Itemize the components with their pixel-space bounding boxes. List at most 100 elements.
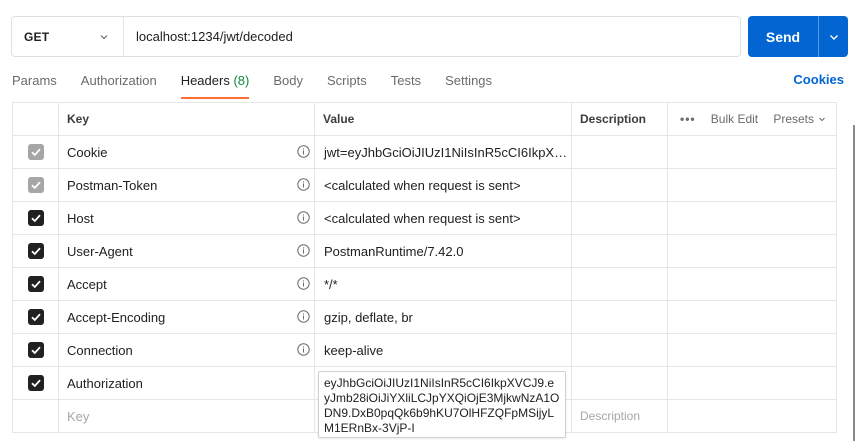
row-checkbox[interactable] <box>27 309 44 326</box>
row-checkbox-cell <box>12 168 59 202</box>
value-cell[interactable]: keep-alive <box>314 333 572 367</box>
key-cell[interactable]: Accept <box>58 267 315 301</box>
checkmark-icon <box>30 313 41 322</box>
tab-label: Settings <box>445 73 493 88</box>
chevron-down-icon <box>100 34 108 39</box>
row-actions-cell <box>667 300 837 334</box>
method-select[interactable]: GET <box>12 17 124 56</box>
tab-label: Headers <box>180 73 230 88</box>
url-input[interactable] <box>124 17 740 56</box>
info-icon[interactable] <box>297 211 310 224</box>
send-options-button[interactable] <box>819 16 848 57</box>
send-button[interactable]: Send <box>748 16 818 57</box>
description-cell[interactable] <box>571 234 668 268</box>
value-cell[interactable]: <calculated when request is sent> <box>314 201 572 235</box>
value-cell[interactable]: PostmanRuntime/7.42.0 <box>314 234 572 268</box>
value-cell[interactable]: <calculated when request is sent> <box>314 168 572 202</box>
row-checkbox[interactable] <box>27 210 44 227</box>
value-cell[interactable]: gzip, deflate, br <box>314 300 572 334</box>
new-description-input[interactable]: Description <box>571 399 668 433</box>
key-cell[interactable]: Accept-Encoding <box>58 300 315 334</box>
header-key: Postman-Token <box>67 177 158 193</box>
bulk-edit-button[interactable]: Bulk Edit <box>711 112 758 126</box>
presets-label: Presets <box>773 112 814 126</box>
row-actions-cell <box>667 135 837 169</box>
header-key: Accept-Encoding <box>67 309 166 325</box>
key-cell[interactable]: Authorization <box>58 366 315 400</box>
row-checkbox-cell <box>12 135 59 169</box>
description-cell[interactable] <box>571 168 668 202</box>
checkmark-icon <box>30 346 41 355</box>
checkmark-icon <box>30 280 41 289</box>
tab-label: Authorization <box>80 73 157 88</box>
tab-headers[interactable]: Headers (8) <box>180 72 250 99</box>
tab-settings[interactable]: Settings <box>445 72 492 98</box>
more-options-icon[interactable]: ••• <box>680 112 696 126</box>
info-icon[interactable] <box>297 178 310 191</box>
header-value: keep-alive <box>324 342 384 358</box>
checkmark-icon <box>30 247 41 256</box>
cookies-link[interactable]: Cookies <box>793 72 844 87</box>
row-actions-cell <box>667 234 837 268</box>
info-icon[interactable] <box>297 145 310 158</box>
row-actions-cell <box>667 267 837 301</box>
table-row: Accept-Encoding gzip, deflate, br <box>12 300 837 334</box>
table-row: Cookie jwt=eyJhbGciOiJIUzI1NiIsInR5cCI6Ik… <box>12 135 837 169</box>
info-icon[interactable] <box>297 244 310 257</box>
key-cell[interactable]: Cookie <box>58 135 315 169</box>
tab-label: Body <box>273 73 303 88</box>
tab-authorization[interactable]: Authorization <box>81 72 157 98</box>
row-checkbox-cell <box>12 300 59 334</box>
key-cell[interactable]: Connection <box>58 333 315 367</box>
description-column-header: Description <box>571 102 668 136</box>
info-icon[interactable] <box>297 343 310 356</box>
description-cell[interactable] <box>571 267 668 301</box>
tab-body[interactable]: Body <box>273 72 303 98</box>
row-checkbox-cell <box>12 234 59 268</box>
presets-dropdown[interactable]: Presets <box>773 112 826 126</box>
info-icon[interactable] <box>297 277 310 290</box>
row-actions-cell <box>667 366 837 400</box>
header-value: gzip, deflate, br <box>324 309 413 325</box>
request-tabs: Params Authorization Headers (8) Body Sc… <box>12 72 516 99</box>
row-checkbox-cell <box>12 333 59 367</box>
key-cell[interactable]: Host <box>58 201 315 235</box>
value-cell[interactable]: jwt=eyJhbGciOiJIUzI1NiIsInR5cCI6IkpXV... <box>314 135 572 169</box>
row-checkbox[interactable] <box>27 375 44 392</box>
row-actions-cell <box>667 399 837 433</box>
info-icon[interactable] <box>297 310 310 323</box>
header-key: Cookie <box>67 144 108 160</box>
chevron-down-icon <box>819 117 825 122</box>
key-cell[interactable]: Postman-Token <box>58 168 315 202</box>
key-cell[interactable]: User-Agent <box>58 234 315 268</box>
tab-label: Tests <box>390 73 422 88</box>
description-cell[interactable] <box>571 366 668 400</box>
row-actions-cell <box>667 333 837 367</box>
new-key-input[interactable]: Key <box>58 399 315 433</box>
row-checkbox[interactable] <box>27 342 44 359</box>
authorization-value-popover[interactable]: eyJhbGciOiJIUzI1NiIsInR5cCI6IkpXVCJ9.eyJ… <box>318 371 566 438</box>
key-column-header: Key <box>58 102 315 136</box>
tab-tests[interactable]: Tests <box>391 72 421 98</box>
header-value: jwt=eyJhbGciOiJIUzI1NiIsInR5cCI6IkpXV... <box>324 144 572 160</box>
table-row: User-Agent PostmanRuntime/7.42.0 <box>12 234 837 268</box>
description-cell[interactable] <box>571 135 668 169</box>
header-key: Accept <box>67 276 107 292</box>
row-checkbox[interactable] <box>27 243 44 260</box>
tab-params[interactable]: Params <box>12 72 57 98</box>
tab-scripts[interactable]: Scripts <box>327 72 367 98</box>
scrollbar[interactable] <box>853 125 855 441</box>
row-actions-cell <box>667 201 837 235</box>
checkmark-icon <box>30 214 41 223</box>
table-row: Host <calculated when request is sent> <box>12 201 837 235</box>
description-cell[interactable] <box>571 300 668 334</box>
description-cell[interactable] <box>571 201 668 235</box>
checkmark-icon <box>30 181 41 190</box>
row-checkbox <box>27 177 44 194</box>
description-cell[interactable] <box>571 333 668 367</box>
chevron-down-icon <box>829 34 838 40</box>
header-value: */* <box>324 276 338 292</box>
row-checkbox[interactable] <box>27 276 44 293</box>
value-cell[interactable]: */* <box>314 267 572 301</box>
headers-count-badge: (8) <box>233 73 250 88</box>
